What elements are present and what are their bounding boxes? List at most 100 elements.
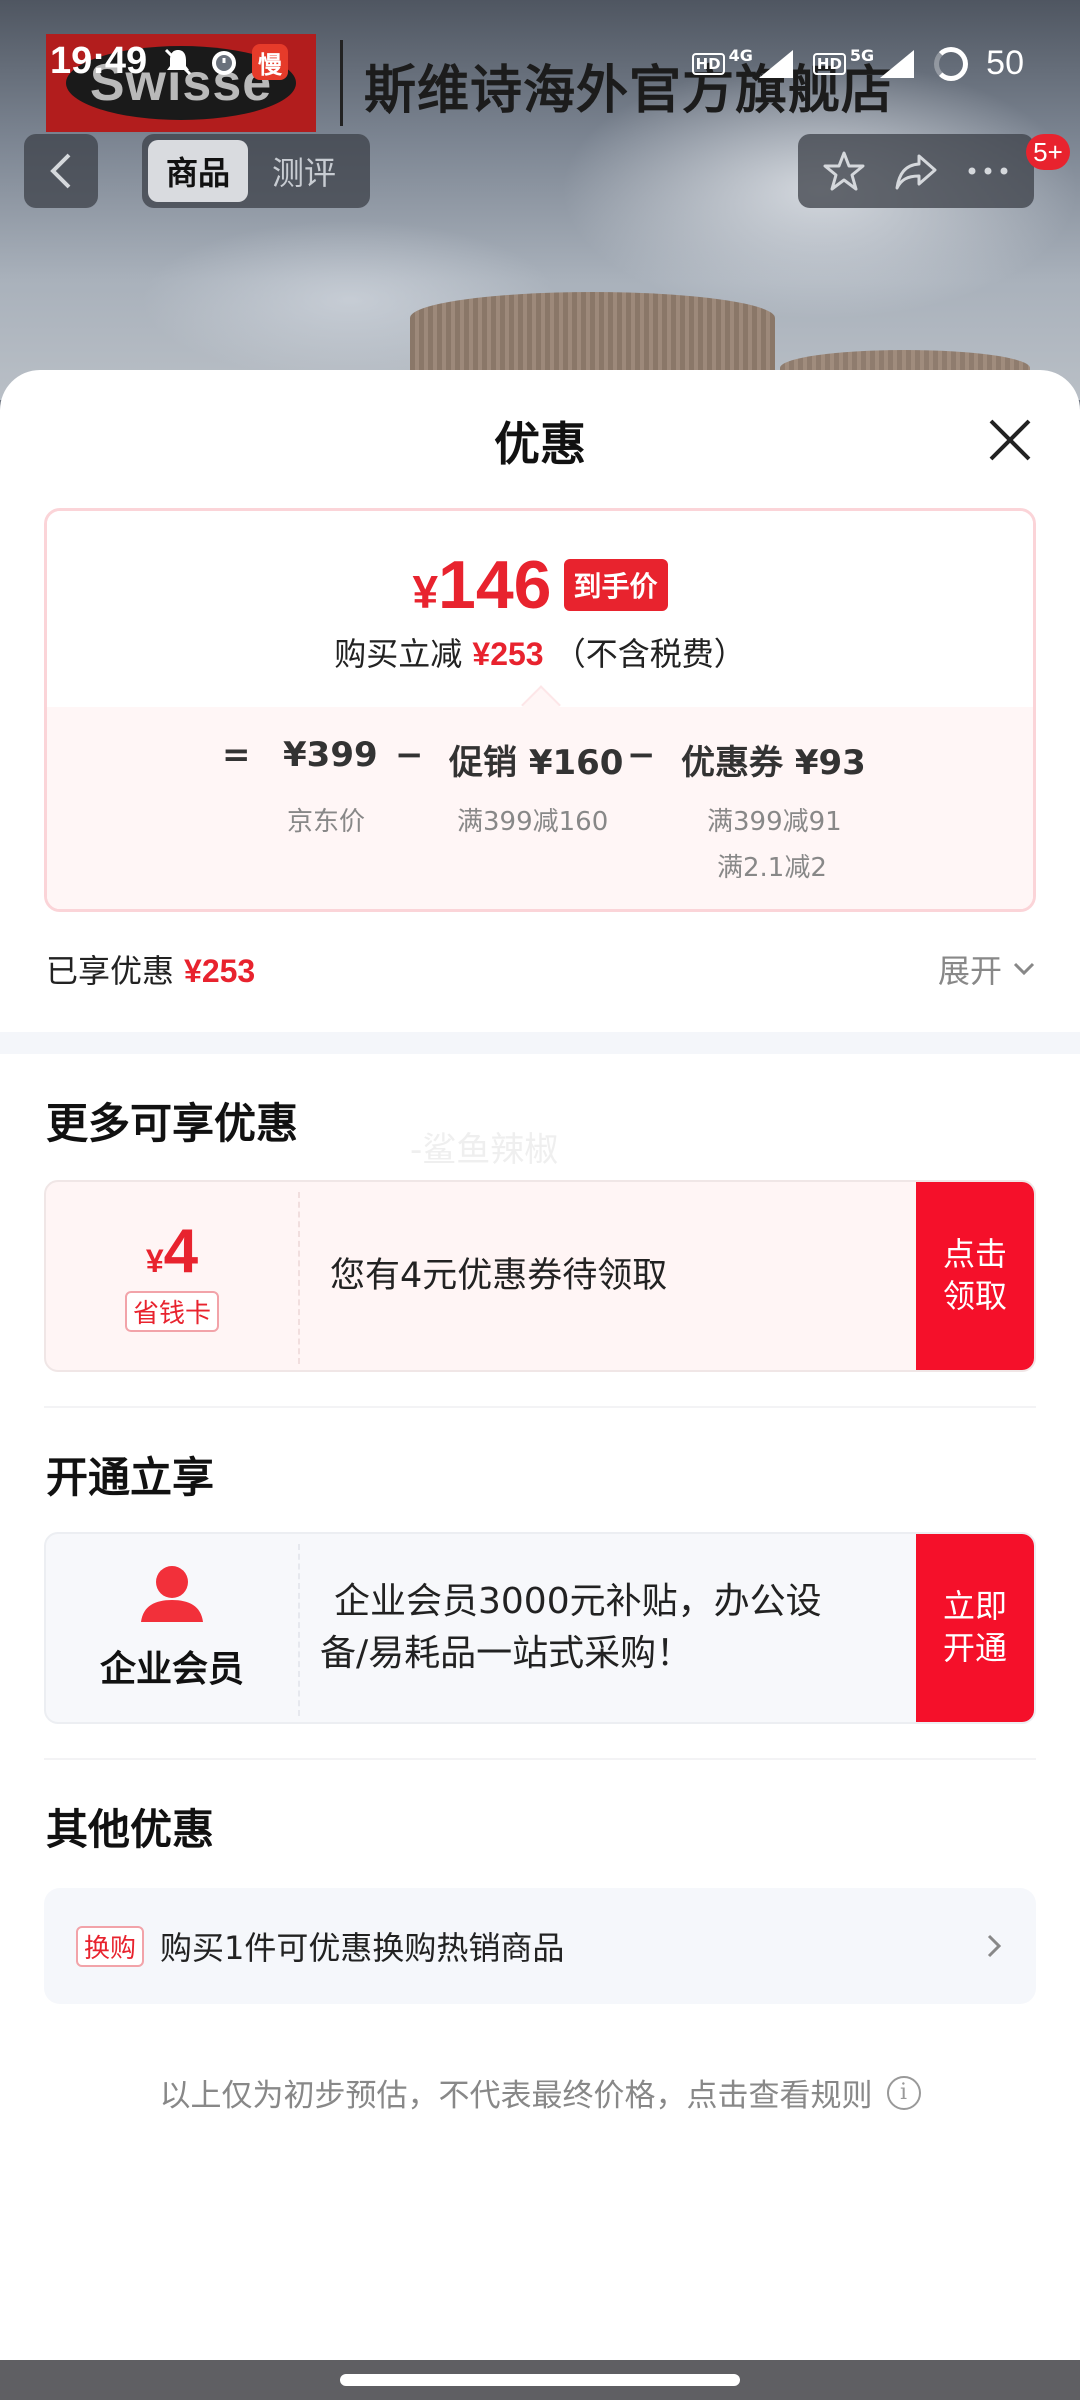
saving-amount: ¥253 (472, 636, 544, 672)
hd-label: HD (812, 52, 846, 75)
promo-discount: 促销 ¥160 (449, 743, 624, 783)
activate-membership-button[interactable]: 立即 开通 (916, 1534, 1034, 1722)
trade-up-tag: 换购 (76, 1925, 145, 1967)
battery-level: 50 (986, 44, 1024, 82)
system-nav-bar (0, 2360, 1080, 2400)
status-bar: 19:49 慢 HD 4G HD 5G 50 (0, 24, 1080, 104)
trade-up-text: 购买1件可优惠换购热销商品 (160, 1929, 565, 1967)
coupon-value: ¥ 4 省钱卡 (46, 1182, 298, 1370)
equals-sign: = (222, 735, 251, 775)
membership-description-text: 企业会员3000元补贴，办公设 备/易耗品一站式采购！ (320, 1576, 822, 1680)
minus-sign: − (627, 735, 656, 775)
trade-up-offer[interactable]: 换购 购买1件可优惠换购热销商品 (44, 1888, 1036, 2004)
watermark: -鲨鱼辣椒 (410, 1130, 559, 1170)
savings-card-tag: 省钱卡 (124, 1290, 219, 1332)
battery-icon (934, 46, 969, 81)
coupon-rule: 满399减91 (707, 807, 842, 837)
other-offers-title: 其他优惠 (46, 1805, 215, 1854)
final-price: ¥ 146 到手价 (47, 551, 1033, 619)
rules-disclaimer[interactable]: 以上仅为初步预估，不代表最终价格，点击查看规则 i (0, 2070, 1080, 2115)
membership-line: 企业会员3000元补贴，办公设 (334, 1580, 822, 1622)
membership-section-title: 开通立享 (46, 1453, 215, 1502)
membership-name: 企业会员 (99, 1649, 244, 1690)
sim2-signal: HD 5G (812, 46, 916, 80)
saving-prefix: 购买立减 (334, 635, 463, 673)
network-type: 5G (849, 46, 875, 65)
coupon-amount: ¥ 4 (145, 1216, 199, 1286)
chevron-left-icon (50, 153, 71, 189)
currency-symbol: ¥ (145, 1242, 164, 1279)
activate-button-line: 立即 (942, 1587, 1007, 1626)
tab-product[interactable]: 商品 (148, 140, 249, 202)
coupon-card: ¥ 4 省钱卡 您有4元优惠券待领取 点击 领取 (44, 1180, 1036, 1372)
section-divider (0, 1032, 1080, 1054)
product-actions (798, 134, 1034, 208)
network-type: 4G (728, 46, 753, 65)
product-tabs: 商品 测评 (142, 134, 370, 208)
saving-line: 购买立减 ¥253 （不含税费） (47, 629, 1033, 675)
back-button[interactable] (24, 134, 98, 208)
minus-sign: − (395, 735, 424, 775)
divider (44, 1758, 1036, 1760)
sim1-signal: HD 4G (691, 46, 795, 80)
base-price-label: 京东价 (287, 807, 366, 837)
mute-icon (160, 44, 196, 80)
chevron-down-icon (1013, 962, 1035, 976)
divider (44, 1406, 1036, 1408)
user-icon (141, 1566, 203, 1622)
chevron-right-icon (987, 1934, 1002, 1958)
star-icon[interactable] (816, 143, 872, 199)
membership-card: 企业会员 企业会员3000元补贴，办公设 备/易耗品一站式采购！ 立即 开通 (44, 1532, 1036, 1724)
status-time: 19:49 (50, 40, 148, 82)
coupon-discount: 优惠券 ¥93 (681, 743, 866, 783)
discount-sheet: 优惠 ¥ 146 到手价 购买立减 ¥253 （不含税费） = ¥399 − 促… (0, 370, 1080, 2360)
enjoyed-amount: ¥253 (184, 953, 256, 989)
hd-label: HD (691, 52, 725, 75)
close-button[interactable] (980, 410, 1040, 470)
disclaimer-text: 以上仅为初步预估，不代表最终价格，点击查看规则 (159, 2078, 873, 2114)
membership-description: 企业会员3000元补贴，办公设 备/易耗品一站式采购！ (320, 1534, 822, 1722)
close-icon (989, 419, 1031, 461)
coupon-description: 您有4元优惠券待领取 (330, 1255, 668, 1296)
final-price-value: ¥ 146 (412, 551, 551, 619)
coupon-rule: 满2.1减2 (717, 853, 827, 883)
status-system-icons: HD 4G HD 5G 50 (691, 44, 1024, 83)
claim-coupon-button[interactable]: 点击 领取 (916, 1182, 1034, 1370)
enjoyed-discount: 已享优惠 ¥253 (46, 946, 255, 992)
currency-symbol: ¥ (412, 566, 439, 618)
dashed-divider (298, 1544, 300, 1716)
final-price-tag: 到手价 (563, 559, 668, 611)
saving-suffix: （不含税费） (553, 635, 746, 673)
app-notification-icon: 慢 (252, 44, 288, 80)
signal-bars-icon (880, 49, 915, 78)
share-icon[interactable] (888, 143, 944, 199)
sheet-title: 优惠 (494, 417, 586, 471)
price-summary: ¥ 146 到手价 购买立减 ¥253 （不含税费） (47, 511, 1033, 707)
more-offers-title: 更多可享优惠 (46, 1099, 299, 1148)
info-icon[interactable]: i (886, 2075, 921, 2110)
membership-badge: 企业会员 (46, 1534, 298, 1722)
tab-review[interactable]: 测评 (254, 140, 354, 202)
final-price-number: 146 (438, 547, 552, 623)
expand-button[interactable]: 展开 (938, 946, 1036, 992)
price-breakdown: = ¥399 − 促销 ¥160 − 优惠券 ¥93 (47, 735, 1033, 795)
membership-line: 备/易耗品一站式采购！ (320, 1633, 693, 1674)
enjoyed-label: 已享优惠 (46, 952, 175, 990)
alarm-icon (206, 44, 242, 80)
claim-button-line: 领取 (942, 1277, 1007, 1315)
price-card: ¥ 146 到手价 购买立减 ¥253 （不含税费） = ¥399 − 促销 ¥… (44, 508, 1036, 912)
message-badge: 5+ (1026, 134, 1070, 170)
claim-button-line: 点击 (942, 1235, 1007, 1274)
activate-button-label: 立即 开通 (943, 1586, 1007, 1669)
expand-label: 展开 (938, 952, 1003, 990)
more-icon[interactable] (960, 143, 1016, 199)
claim-button-label: 点击 领取 (943, 1234, 1007, 1317)
coupon-amount-number: 4 (163, 1216, 199, 1286)
home-indicator[interactable] (340, 2374, 740, 2386)
status-notification-icons: 慢 (160, 44, 288, 80)
base-price: ¥399 (283, 735, 378, 775)
promo-rule: 满399减160 (457, 807, 609, 837)
dashed-divider (298, 1192, 300, 1364)
signal-bars-icon (758, 49, 793, 78)
activate-button-line: 开通 (942, 1629, 1007, 1667)
